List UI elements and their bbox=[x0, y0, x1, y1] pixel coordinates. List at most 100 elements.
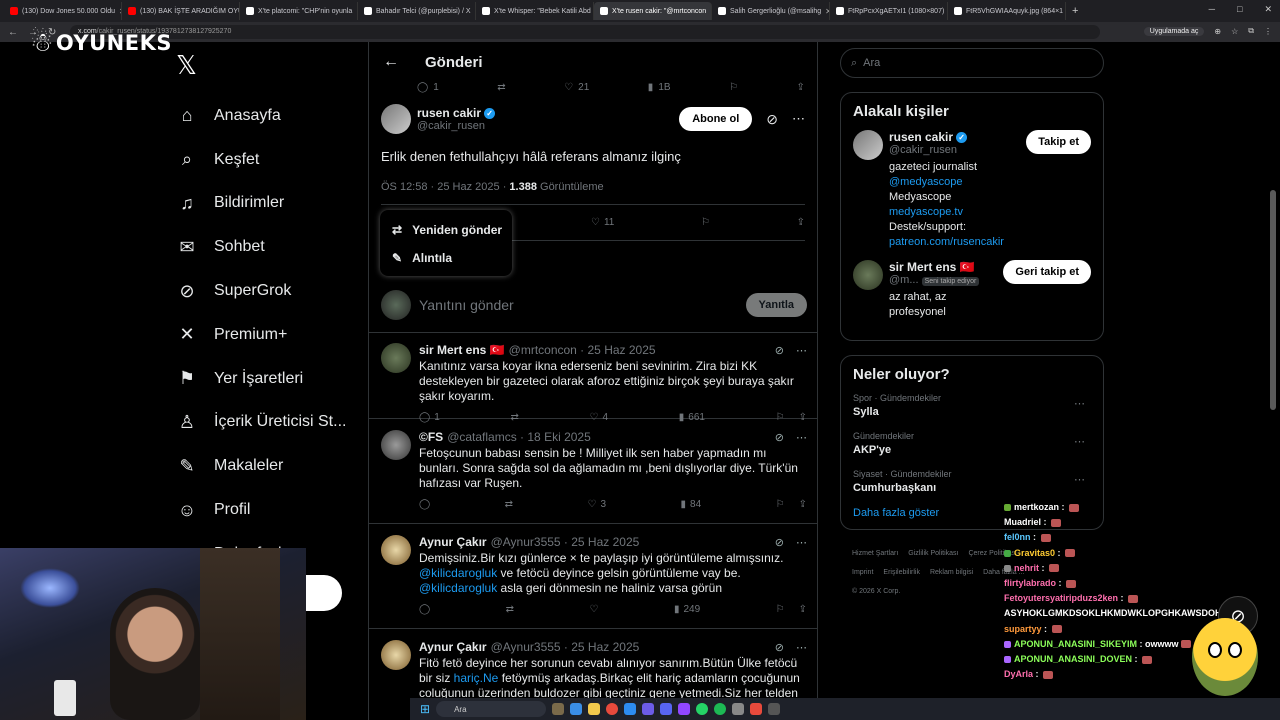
maximize-icon[interactable]: □ bbox=[1237, 4, 1242, 15]
taskbar-app-icon[interactable] bbox=[552, 703, 565, 715]
grok-icon[interactable]: ⊘ bbox=[775, 431, 784, 444]
post-button-partial[interactable] bbox=[306, 575, 342, 611]
author-name[interactable]: ©FS bbox=[419, 430, 443, 444]
trend-item[interactable]: Siyaset · Gündemdekiler Cumhurbaşkanı ⋯ bbox=[853, 469, 1091, 494]
grok-icon[interactable]: ⊘ bbox=[775, 641, 784, 654]
sidebar-item[interactable]: ✕ Premium+ bbox=[172, 313, 362, 357]
mention-link[interactable]: @kilicdarogluk bbox=[419, 581, 497, 595]
mention-link[interactable]: @kilicdarogluk bbox=[419, 566, 497, 580]
reply-action[interactable]: ◯ 1 bbox=[417, 82, 439, 93]
browser-tab[interactable]: X'te Whisper: "Bebek Katili Abd✕ bbox=[476, 2, 594, 20]
post-timestamp[interactable]: ÖS 12:58 · 25 Haz 2025 · bbox=[381, 181, 509, 193]
sidebar-item[interactable]: ⚑ Yer İşaretleri bbox=[172, 357, 362, 401]
person-handle[interactable]: @m... bbox=[889, 274, 919, 286]
views-action[interactable]: ▮ 1B bbox=[648, 82, 671, 93]
repost-icon[interactable]: ⇄ bbox=[506, 604, 514, 615]
share-action[interactable]: ⇪ bbox=[797, 82, 805, 93]
more-options-icon[interactable]: ⋯ bbox=[796, 431, 807, 444]
browser-tab[interactable]: X'te rusen cakir: "@mrtconcon✕ bbox=[594, 2, 712, 20]
sidebar-item[interactable]: ⌂ Anasayfa bbox=[172, 94, 362, 138]
author-name[interactable]: rusen cakir bbox=[417, 106, 481, 120]
sidebar-item[interactable]: ☺ Profil bbox=[172, 488, 362, 532]
quote-menu-item[interactable]: ✎ Alıntıla bbox=[380, 244, 512, 272]
repost-action[interactable]: ⇄ bbox=[497, 82, 505, 93]
share-icon[interactable]: ⇪ bbox=[797, 217, 805, 228]
new-tab-icon[interactable]: + bbox=[1072, 5, 1078, 17]
x-logo-icon[interactable]: 𝕏 bbox=[176, 50, 362, 80]
reply-icon[interactable]: ◯ bbox=[419, 499, 430, 510]
browser-tab[interactable]: Salih Gergerlioğlu (@msalihg✕ bbox=[712, 2, 830, 20]
taskbar-app-icon[interactable] bbox=[768, 703, 781, 715]
more-options-icon[interactable]: ⋯ bbox=[792, 111, 805, 127]
browser-tab[interactable]: (130) Dow Jones 50.000 Oldu✕ bbox=[4, 2, 122, 20]
back-nav-icon[interactable]: ← bbox=[8, 27, 18, 38]
person-handle[interactable]: @cakir_rusen bbox=[889, 144, 1020, 156]
bookmark-action[interactable]: ⚐ bbox=[729, 82, 738, 93]
taskbar-app-icon[interactable] bbox=[588, 703, 601, 715]
more-options-icon[interactable]: ⋯ bbox=[796, 344, 807, 357]
more-options-icon[interactable]: ⋯ bbox=[796, 536, 807, 549]
avatar[interactable] bbox=[853, 260, 883, 290]
author-handle[interactable]: @mrtconcon · 25 Haz 2025 bbox=[509, 343, 656, 357]
person-name[interactable]: sir Mert ens 🇹🇷 bbox=[889, 260, 997, 274]
open-in-app-button[interactable]: Uygulamada aç bbox=[1143, 26, 1205, 36]
footer-link[interactable]: Hizmet Şartları bbox=[852, 550, 898, 557]
author-handle[interactable]: @Aynur3555 · 25 Haz 2025 bbox=[491, 640, 640, 654]
taskbar-app-icon[interactable] bbox=[570, 703, 583, 715]
share-icon[interactable]: ⇪ bbox=[799, 499, 807, 510]
avatar[interactable] bbox=[381, 430, 411, 460]
taskbar-app-icon[interactable] bbox=[678, 703, 691, 715]
footer-link[interactable]: Gizlilik Politikası bbox=[908, 550, 958, 557]
extensions-icon[interactable]: ⧉ bbox=[1248, 26, 1254, 36]
bio-link[interactable]: @medyascope bbox=[889, 176, 963, 188]
taskbar-app-icon[interactable] bbox=[642, 703, 655, 715]
close-window-icon[interactable]: ✕ bbox=[1264, 4, 1272, 15]
share-icon[interactable]: ⇪ bbox=[799, 604, 807, 615]
sidebar-item[interactable]: ⊘ SuperGrok bbox=[172, 269, 362, 313]
avatar[interactable] bbox=[853, 130, 883, 160]
sidebar-item[interactable]: ♫ Bildirimler bbox=[172, 182, 362, 226]
more-options-icon[interactable]: ⋯ bbox=[1074, 397, 1085, 410]
views-action[interactable]: ▮ 84 bbox=[681, 499, 702, 510]
sidebar-item[interactable]: ♙ İçerik Üreticisi St... bbox=[172, 401, 362, 445]
discord-icon[interactable] bbox=[660, 703, 673, 715]
back-arrow-icon[interactable]: ← bbox=[383, 53, 399, 71]
avatar[interactable] bbox=[381, 640, 411, 670]
search-input[interactable]: ⌕ Ara bbox=[840, 48, 1104, 78]
reply-icon[interactable]: ◯ bbox=[419, 604, 430, 615]
browser-tab[interactable]: (130) BAK İŞTE ARADIĞIM OYUN✕ bbox=[122, 2, 240, 20]
sidebar-item[interactable]: ⌕ Keşfet bbox=[172, 138, 362, 182]
trend-item[interactable]: Gündemdekiler AKP'ye ⋯ bbox=[853, 431, 1091, 456]
bio-link[interactable]: medyascope.tv bbox=[889, 206, 963, 218]
person-item[interactable]: sir Mert ens 🇹🇷 @m... Seni takip ediyor … bbox=[853, 260, 1091, 320]
whatsapp-icon[interactable] bbox=[696, 703, 709, 715]
spotify-icon[interactable] bbox=[714, 703, 727, 715]
zoom-icon[interactable]: ⊕ bbox=[1214, 27, 1221, 36]
author-name[interactable]: Aynur Çakır bbox=[419, 640, 487, 654]
chrome-icon[interactable] bbox=[606, 703, 619, 715]
grok-icon[interactable]: ⊘ bbox=[766, 111, 778, 128]
author-name[interactable]: sir Mert ens 🇹🇷 bbox=[419, 343, 505, 357]
reply-input[interactable]: Yanıtını gönder bbox=[419, 297, 514, 313]
reply-post[interactable]: ©FS @cataflamcs · 18 Eki 2025 ⊘ ⋯ Fetoşcunu… bbox=[369, 420, 817, 524]
views-action[interactable]: ▮ 249 bbox=[674, 604, 700, 615]
author-handle[interactable]: @Aynur3555 · 25 Haz 2025 bbox=[491, 535, 640, 549]
reply-post[interactable]: Aynur Çakır @Aynur3555 · 25 Haz 2025 ⊘ ⋯ De… bbox=[369, 525, 817, 629]
taskbar-app-icon[interactable] bbox=[750, 703, 763, 715]
trend-item[interactable]: Spor · Gündemdekiler Sylla ⋯ bbox=[853, 393, 1091, 418]
author-handle[interactable]: @cataflamcs · 18 Eki 2025 bbox=[447, 430, 591, 444]
like-action[interactable]: ♡ 21 bbox=[564, 82, 589, 93]
browser-tab[interactable]: X'te platcomi: "CHP'nin oyunla✕ bbox=[240, 2, 358, 20]
footer-link[interactable]: © 2026 X Corp. bbox=[852, 588, 900, 595]
taskbar-app-icon[interactable] bbox=[624, 703, 637, 715]
person-name[interactable]: rusen cakir bbox=[889, 130, 953, 144]
like-action[interactable]: ♡ 11 bbox=[591, 217, 614, 228]
like-action[interactable]: ♡ 3 bbox=[588, 499, 607, 510]
grok-icon[interactable]: ⊘ bbox=[775, 344, 784, 357]
grok-icon[interactable]: ⊘ bbox=[775, 536, 784, 549]
author-handle[interactable]: @cakir_rusen bbox=[417, 120, 495, 132]
repost-menu-item[interactable]: ⇄ Yeniden gönder bbox=[380, 216, 512, 244]
bookmark-icon[interactable]: ⚐ bbox=[701, 217, 710, 228]
browser-tab[interactable]: FtRpPcxXgAETxI1 (1080×807)✕ bbox=[830, 2, 948, 20]
menu-icon[interactable]: ⋮ bbox=[1264, 27, 1272, 36]
